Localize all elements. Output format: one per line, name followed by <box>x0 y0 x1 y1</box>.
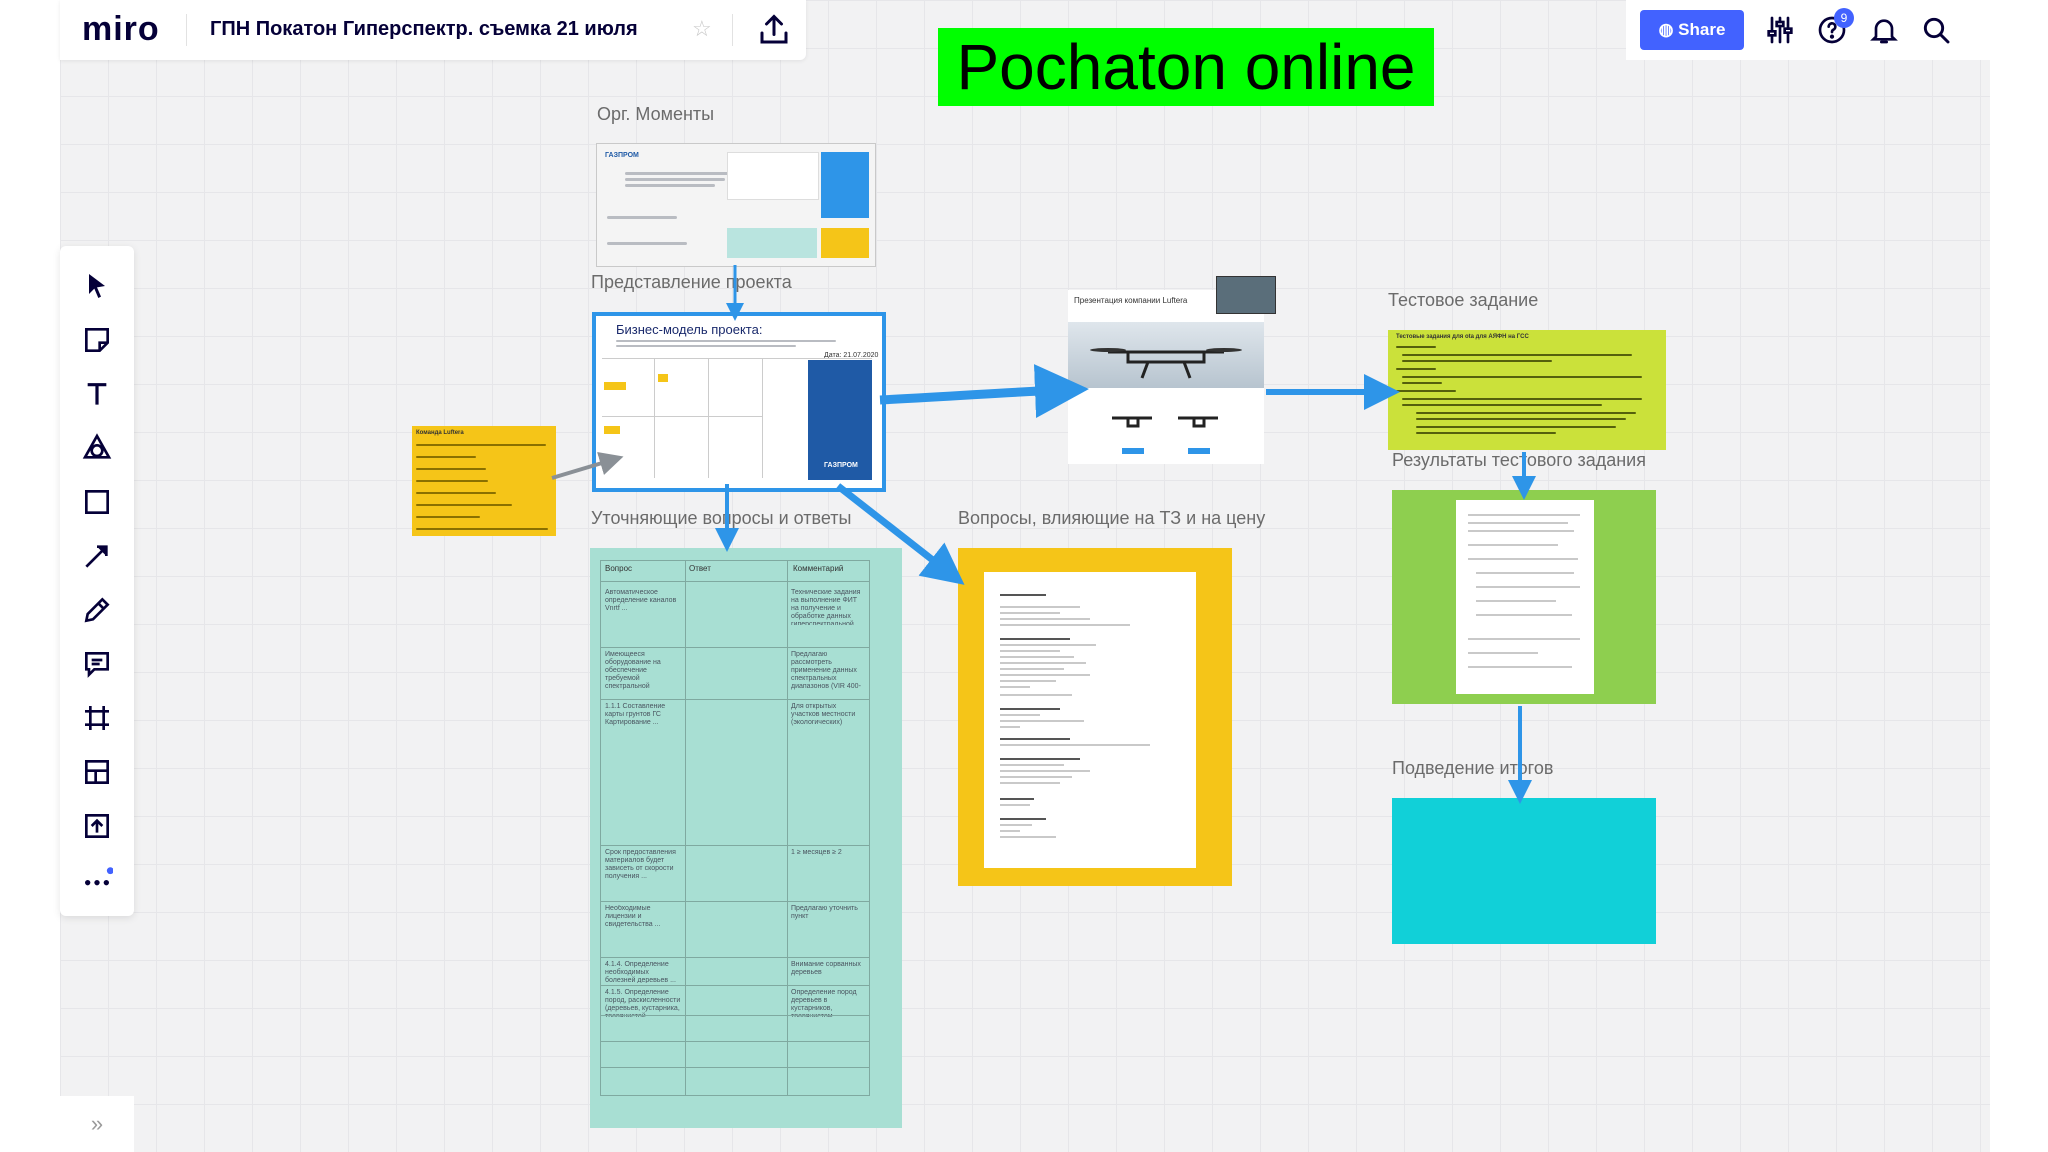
arrow-project-to-luftera <box>879 364 1089 419</box>
connector-arrows <box>551 265 1536 804</box>
arrow-project-to-tz-price <box>835 483 965 585</box>
arrow-team-to-project <box>551 451 624 480</box>
